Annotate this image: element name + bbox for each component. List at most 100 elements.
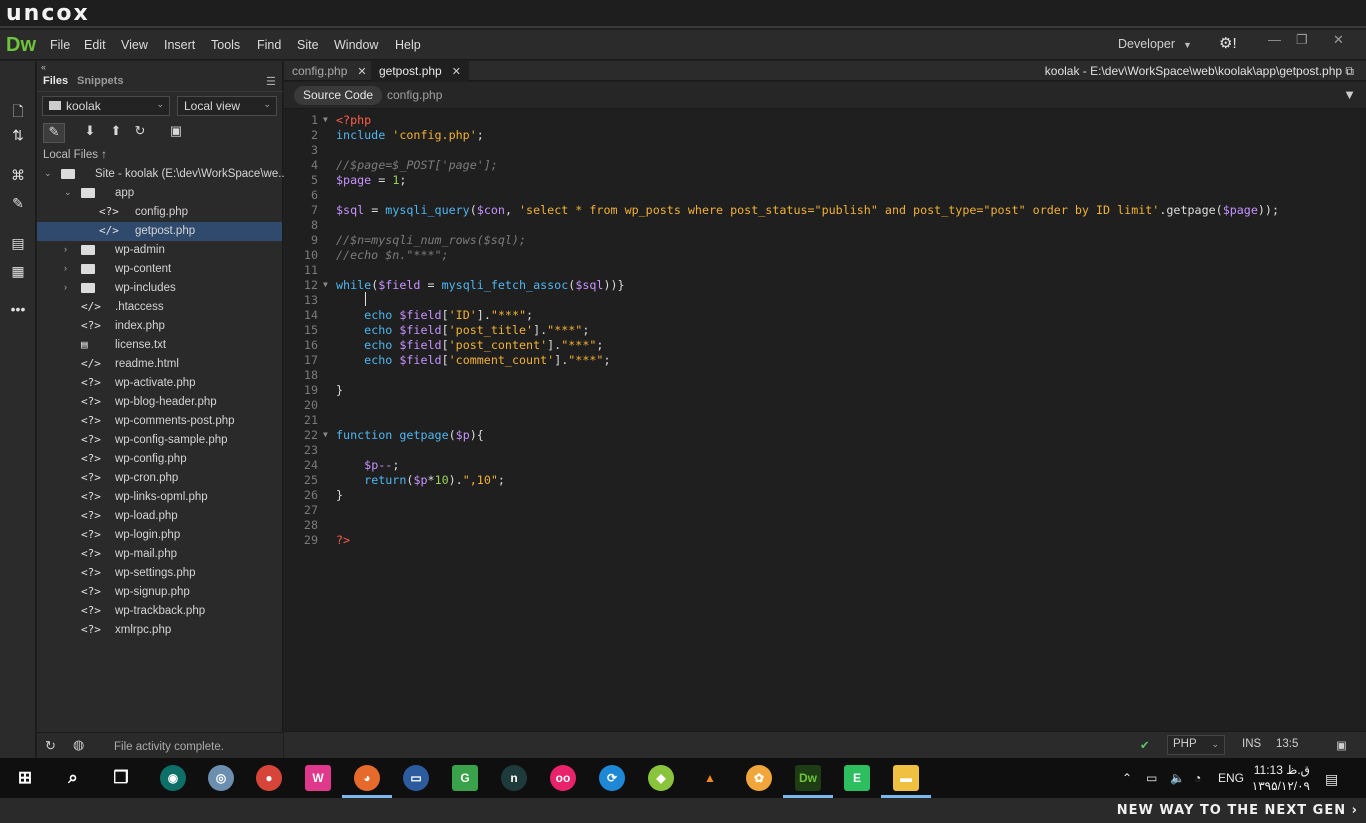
tree-item[interactable]: ▤ license.txt	[37, 336, 282, 355]
language-select[interactable]: PHP ⌄	[1167, 735, 1225, 755]
taskbar-settings-icon[interactable]: ◎	[208, 765, 234, 791]
taskbar-vlc-icon[interactable]: ▲	[697, 765, 723, 791]
tree-item[interactable]: <?> config.php	[37, 203, 282, 222]
tree-item[interactable]: <?> wp-settings.php	[37, 564, 282, 583]
taskbar-evernote-icon[interactable]: E	[844, 765, 870, 791]
chevron-right-icon[interactable]: ›	[64, 244, 67, 254]
globe-icon[interactable]: ◍	[73, 737, 84, 753]
tree-item[interactable]: <?> wp-signup.php	[37, 583, 282, 602]
tree-item[interactable]: <?> index.php	[37, 317, 282, 336]
tree-item[interactable]: › wp-admin	[37, 241, 282, 260]
chevron-right-icon[interactable]: ›	[64, 282, 67, 292]
tree-item[interactable]: <?> xmlrpc.php	[37, 621, 282, 640]
tab-snippets[interactable]: Snippets	[77, 75, 123, 87]
brush-icon[interactable]: ✎	[7, 195, 29, 215]
tree-item[interactable]: ⌄ app	[37, 184, 282, 203]
close-icon[interactable]: ✕	[452, 66, 461, 78]
refresh-icon[interactable]: ↻	[45, 738, 56, 754]
filter-icon[interactable]: ▼	[1343, 87, 1356, 102]
wifi-icon[interactable]: ◔	[1194, 771, 1201, 785]
fold-icon[interactable]: ▼	[323, 430, 328, 439]
new-document-icon[interactable]: 🗋	[7, 101, 29, 121]
tab-getpost-php[interactable]: getpost.php ✕	[371, 61, 469, 81]
collapse-panel-icon[interactable]: «	[41, 62, 46, 72]
battery-icon[interactable]: ▭	[1146, 771, 1157, 785]
menu-insert[interactable]: Insert	[164, 38, 195, 52]
related-config-php[interactable]: config.php	[378, 86, 451, 105]
menu-site[interactable]: Site	[297, 38, 319, 52]
tree-item[interactable]: <?> wp-config.php	[37, 450, 282, 469]
taskbar-android-icon[interactable]: ◆	[648, 765, 674, 791]
assets-icon[interactable]: ▦	[7, 263, 29, 283]
local-files-heading[interactable]: Local Files ↑	[43, 149, 107, 161]
taskbar-gitkraken-icon[interactable]: ◉	[160, 765, 186, 791]
get-files-icon[interactable]: ⬇	[79, 123, 101, 143]
taskbar-nox-icon[interactable]: n	[501, 765, 527, 791]
tab-config-php[interactable]: config.php ✕	[284, 61, 375, 81]
refresh-icon[interactable]: ↻	[129, 123, 151, 143]
taskbar-task-view-icon[interactable]: ❐	[108, 765, 134, 791]
tree-item[interactable]: <?> wp-load.php	[37, 507, 282, 526]
chevron-down-icon[interactable]: ⌄	[44, 168, 52, 179]
minimize-icon[interactable]: —	[1268, 32, 1281, 47]
tree-item[interactable]: › wp-includes	[37, 279, 282, 298]
close-icon[interactable]: ✕	[357, 66, 366, 78]
tree-item[interactable]: </> .htaccess	[37, 298, 282, 317]
tab-files[interactable]: Files	[43, 75, 68, 87]
chevron-down-icon[interactable]: ⌄	[64, 187, 72, 198]
taskbar-explorer-icon[interactable]: ▬	[893, 765, 919, 791]
menu-tools[interactable]: Tools	[211, 38, 240, 52]
taskbar-transfer-icon[interactable]: ⟳	[599, 765, 625, 791]
fold-icon[interactable]: ▼	[323, 115, 328, 124]
panel-menu-icon[interactable]: ☰	[266, 75, 276, 88]
insert-mode[interactable]: INS	[1242, 738, 1261, 750]
tree-item[interactable]: <?> wp-comments-post.php	[37, 412, 282, 431]
notifications-icon[interactable]: ▤	[1325, 771, 1338, 788]
view-select[interactable]: Local view ⌄	[177, 96, 277, 116]
gear-icon[interactable]: ⚙!	[1219, 34, 1237, 52]
expand-view-icon[interactable]: ▣	[165, 123, 187, 143]
related-source-code[interactable]: Source Code	[294, 86, 383, 105]
transfer-icon[interactable]: ⇅	[7, 127, 29, 147]
fold-icon[interactable]: ▼	[323, 280, 328, 289]
taskbar-desktop-icon[interactable]: ▭	[403, 765, 429, 791]
menu-edit[interactable]: Edit	[84, 38, 106, 52]
restore-icon[interactable]: ❐	[1296, 32, 1308, 48]
taskbar-flickr-icon[interactable]: oo	[550, 765, 576, 791]
tree-item[interactable]: <?> wp-mail.php	[37, 545, 282, 564]
taskbar-dw-icon[interactable]: Dw	[795, 765, 821, 791]
workspace-switcher[interactable]: Developer	[1118, 37, 1175, 51]
tree-item[interactable]: <?> wp-cron.php	[37, 469, 282, 488]
taskbar-search-icon[interactable]: ⌕	[60, 765, 86, 791]
tree-item[interactable]: </> readme.html	[37, 355, 282, 374]
close-icon[interactable]: ✕	[1333, 32, 1344, 48]
menu-view[interactable]: View	[121, 38, 148, 52]
window-size-icon[interactable]: ▣	[1336, 738, 1347, 752]
chevron-right-icon[interactable]: ›	[64, 263, 67, 273]
connect-icon[interactable]: ✎	[43, 123, 65, 143]
taskbar-chrome-icon[interactable]: ●	[256, 765, 282, 791]
put-files-icon[interactable]: ⬆	[105, 123, 127, 143]
chevron-down-icon[interactable]: ▼	[1183, 40, 1192, 50]
dom-icon[interactable]: ⌘	[7, 167, 29, 187]
menu-help[interactable]: Help	[395, 38, 421, 52]
tree-item[interactable]: <?> wp-config-sample.php	[37, 431, 282, 450]
tree-item[interactable]: <?> wp-trackback.php	[37, 602, 282, 621]
code-editor[interactable]: 1 ▼ <?php 2 include 'config.php'; 3 4 //$page=$…	[284, 110, 1366, 730]
menu-find[interactable]: Find	[257, 38, 281, 52]
site-select[interactable]: koolak ⌄	[42, 96, 170, 116]
input-language[interactable]: ENG	[1218, 771, 1244, 785]
volume-icon[interactable]: 🔈	[1170, 771, 1185, 785]
more-icon[interactable]: •••	[7, 301, 29, 321]
taskbar-start-icon[interactable]: ⊞	[12, 765, 38, 791]
taskbar-wamp-icon[interactable]: W	[305, 765, 331, 791]
snippet-icon[interactable]: ▤	[7, 235, 29, 255]
taskbar-firefox-icon[interactable]: ◕	[354, 765, 380, 791]
taskbar-paint-icon[interactable]: ✿	[746, 765, 772, 791]
tree-item[interactable]: <?> wp-blog-header.php	[37, 393, 282, 412]
restore-icon[interactable]: ⧉	[1345, 64, 1354, 78]
tree-item[interactable]: <?> wp-login.php	[37, 526, 282, 545]
menu-file[interactable]: File	[50, 38, 70, 52]
tree-item[interactable]: <?> wp-links-opml.php	[37, 488, 282, 507]
tree-item[interactable]: › wp-content	[37, 260, 282, 279]
